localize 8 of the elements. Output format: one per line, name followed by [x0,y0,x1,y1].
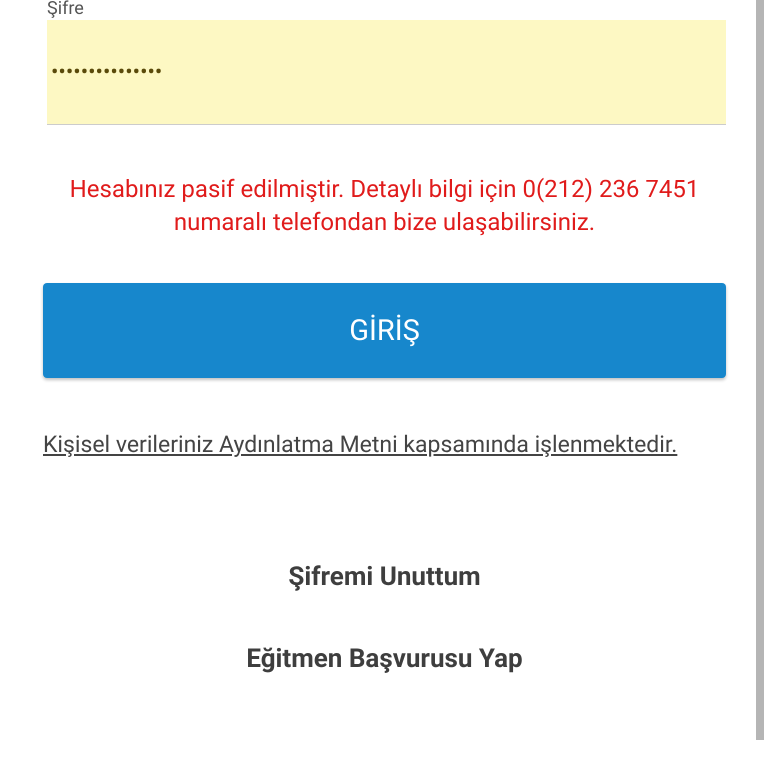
password-field[interactable]: ••••••••••••••• [47,20,726,125]
error-message: Hesabınız pasif edilmiştir. Detaylı bilgi için 0(212) 236 7451 numaralı telefondan bize ulaşabilirsiniz. [68,174,700,238]
scrollbar[interactable] [756,0,764,740]
login-button[interactable]: GİRİŞ [43,283,726,378]
field-label: Şifre [47,0,84,18]
text-link[interactable]: Eğitmen Başvurusu Yap [246,644,523,674]
text-link[interactable]: Şifremi Unuttum [288,562,481,592]
privacy-link[interactable]: Kişisel verileriniz Aydınlatma Metni kapsamında işlenmektedir. [43,428,678,462]
